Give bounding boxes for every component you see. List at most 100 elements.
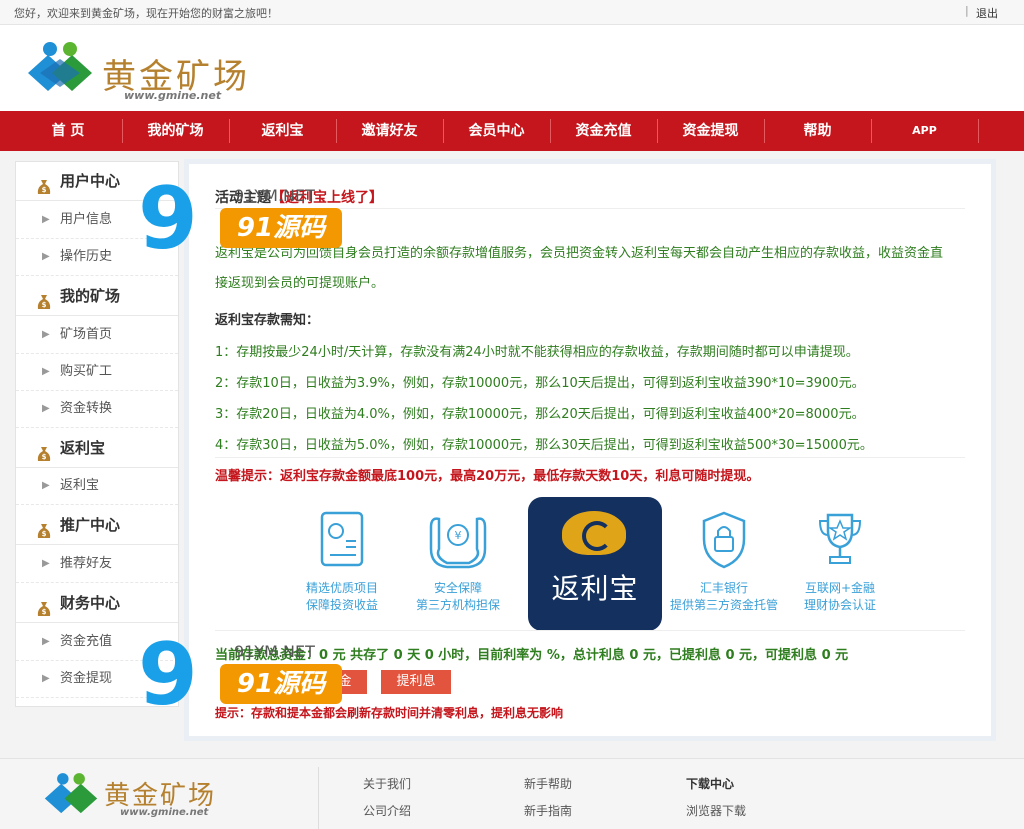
footer-link-company[interactable]: 公司介绍 <box>363 802 411 819</box>
sidebar-item-label: 返利宝 <box>60 478 100 493</box>
nav-member-center[interactable]: 会员中心 <box>443 111 550 151</box>
warning-text: 温馨提示：返利宝存款金额最底100元，最高20万元，最低存款天数10天，利息可随… <box>215 469 760 484</box>
triangle-right-icon: ▶ <box>42 366 50 377</box>
nav-rebate[interactable]: 返利宝 <box>229 111 336 151</box>
nav-home[interactable]: 首 页 <box>14 111 122 151</box>
sidebar-item-label: 操作历史 <box>60 249 113 264</box>
feature-line1: 精选优质项目 <box>305 581 378 595</box>
watermark-nine: 9 <box>138 625 198 725</box>
nav-divider <box>978 119 979 143</box>
sidebar-item-label: 矿场首页 <box>60 327 113 342</box>
sidebar-item-label: 推荐好友 <box>60 556 113 571</box>
sidebar-item-label: 购买矿工 <box>60 364 113 379</box>
footer: 黄金矿场 www.gmine.net 关于我们 公司介绍 新手帮助 新手指南 下… <box>0 758 1024 829</box>
lock-shield-icon <box>702 511 746 569</box>
watermark-url: 91YM.NET <box>234 186 315 205</box>
main-nav: 首 页 我的矿场 返利宝 邀请好友 会员中心 资金充值 资金提现 帮助 APP <box>0 111 1024 151</box>
logo-mark-icon <box>28 42 92 91</box>
footer-link-newbie-guide[interactable]: 新手指南 <box>524 802 572 819</box>
triangle-right-icon: ▶ <box>42 558 50 569</box>
watermark-nine: 9 <box>138 169 198 269</box>
rule-item: 2：存款10日，日收益为3.9%，例如，存款10000元，那么10天后提出，可得… <box>215 376 865 391</box>
watermark-logo: 9 91YM.NET 91源码 <box>138 632 348 722</box>
triangle-right-icon: ▶ <box>42 673 50 684</box>
trophy-icon <box>818 513 862 564</box>
triangle-right-icon: ▶ <box>42 480 50 491</box>
feature-security: ¥ 安全保障 第三方机构担保 <box>403 509 513 613</box>
feature-internet-finance: 互联网+金融 理财协会认证 <box>785 509 895 613</box>
nav-recharge[interactable]: 资金充值 <box>550 111 657 151</box>
triangle-right-icon: ▶ <box>42 251 50 262</box>
topbar-separator: | <box>965 4 969 17</box>
feature-line2: 保障投资收益 <box>305 598 378 612</box>
svg-text:$: $ <box>42 186 47 194</box>
triangle-right-icon: ▶ <box>42 214 50 225</box>
feature-line2: 提供第三方资金托管 <box>669 598 778 612</box>
watermark-logo: 9 91YM.NET 91源码 <box>138 176 348 266</box>
watermark-url: 91YM.NET <box>234 642 315 661</box>
welcome-text: 您好，欢迎来到黄金矿场，现在开始您的财富之旅吧！ <box>14 7 278 20</box>
footer-link-about[interactable]: 关于我们 <box>363 775 411 792</box>
sidebar-item-label: 资金转换 <box>60 401 113 416</box>
svg-text:$: $ <box>42 453 47 461</box>
feature-line2: 理财协会认证 <box>803 598 876 612</box>
sidebar-item-label: 用户信息 <box>60 212 113 227</box>
feature-hsbc: 汇丰银行 提供第三方资金托管 <box>669 509 779 613</box>
logout-link[interactable]: 退出 <box>976 5 998 21</box>
certificate-icon <box>320 511 364 567</box>
divider <box>215 630 965 631</box>
sidebar-item-label: 资金提现 <box>60 671 113 686</box>
badge-label: 返利宝 <box>551 572 639 605</box>
nav-invite[interactable]: 邀请好友 <box>336 111 443 151</box>
withdraw-interest-button[interactable]: 提利息 <box>381 670 451 694</box>
nav-app[interactable]: APP <box>871 111 978 151</box>
sidebar-item-buy-miner[interactable]: ▶ 购买矿工 <box>16 354 178 391</box>
footer-logo-url: www.gmine.net <box>120 807 209 818</box>
logo-mark-icon <box>44 773 98 814</box>
watermark-brand: 91源码 <box>220 208 342 248</box>
sidebar-section-my-mine: $ 我的矿场 <box>16 277 178 316</box>
footer-link-newbie-help[interactable]: 新手帮助 <box>524 775 572 792</box>
footer-download-center[interactable]: 下载中心 <box>686 775 734 792</box>
logo-url: www.gmine.net <box>124 89 222 102</box>
gold-coin-icon <box>562 511 626 555</box>
feature-line2: 第三方机构担保 <box>415 598 500 612</box>
rules-title: 返利宝存款需知： <box>215 313 320 328</box>
header: 黄金矿场 www.gmine.net <box>0 25 1024 111</box>
sidebar-section-title: 推广中心 <box>60 516 121 534</box>
feature-line1: 安全保障 <box>433 581 482 595</box>
sidebar-section-rebate: $ 返利宝 <box>16 429 178 468</box>
divider <box>215 457 965 458</box>
sidebar-item-rebate[interactable]: ▶ 返利宝 <box>16 468 178 505</box>
sidebar-section-title: 财务中心 <box>60 594 121 612</box>
nav-help[interactable]: 帮助 <box>764 111 871 151</box>
svg-text:$: $ <box>42 608 47 616</box>
rule-item: 4：存款30日，日收益为5.0%，例如，存款10000元，那么30天后提出，可得… <box>215 438 873 453</box>
hands-money-icon: ¥ <box>429 517 487 569</box>
footer-logo[interactable]: 黄金矿场 www.gmine.net <box>36 767 266 825</box>
sidebar-item-mine-home[interactable]: ▶ 矿场首页 <box>16 317 178 354</box>
nav-my-mine[interactable]: 我的矿场 <box>122 111 229 151</box>
watermark-brand: 91源码 <box>220 664 342 704</box>
footer-link-browser-download[interactable]: 浏览器下载 <box>686 802 746 819</box>
triangle-right-icon: ▶ <box>42 403 50 414</box>
sidebar-section-title: 返利宝 <box>60 439 106 457</box>
feature-quality-projects: 精选优质项目 保障投资收益 <box>287 509 397 613</box>
site-logo[interactable]: 黄金矿场 www.gmine.net <box>18 35 268 107</box>
nav-withdraw[interactable]: 资金提现 <box>657 111 764 151</box>
sidebar-section-title: 用户中心 <box>60 172 121 190</box>
feature-line1: 汇丰银行 <box>699 581 748 595</box>
sidebar-section-promotion: $ 推广中心 <box>16 506 178 545</box>
sidebar-item-label: 资金充值 <box>60 634 113 649</box>
top-bar: 您好，欢迎来到黄金矿场，现在开始您的财富之旅吧！ | 退出 <box>0 0 1024 25</box>
sidebar-section-finance: $ 财务中心 <box>16 584 178 623</box>
sidebar-section-title: 我的矿场 <box>60 287 121 305</box>
feature-line1: 互联网+金融 <box>804 581 876 595</box>
svg-text:¥: ¥ <box>455 529 462 542</box>
rule-item: 1：存期按最少24小时/天计算，存款没有满24小时就不能获得相应的存款收益，存款… <box>215 345 859 360</box>
rule-item: 3：存款20日，日收益为4.0%，例如，存款10000元，那么20天后提出，可得… <box>215 407 865 422</box>
svg-text:$: $ <box>42 530 47 538</box>
footer-divider <box>318 767 319 829</box>
sidebar-item-refer-friends[interactable]: ▶ 推荐好友 <box>16 546 178 583</box>
sidebar-item-fund-transfer[interactable]: ▶ 资金转换 <box>16 391 178 428</box>
